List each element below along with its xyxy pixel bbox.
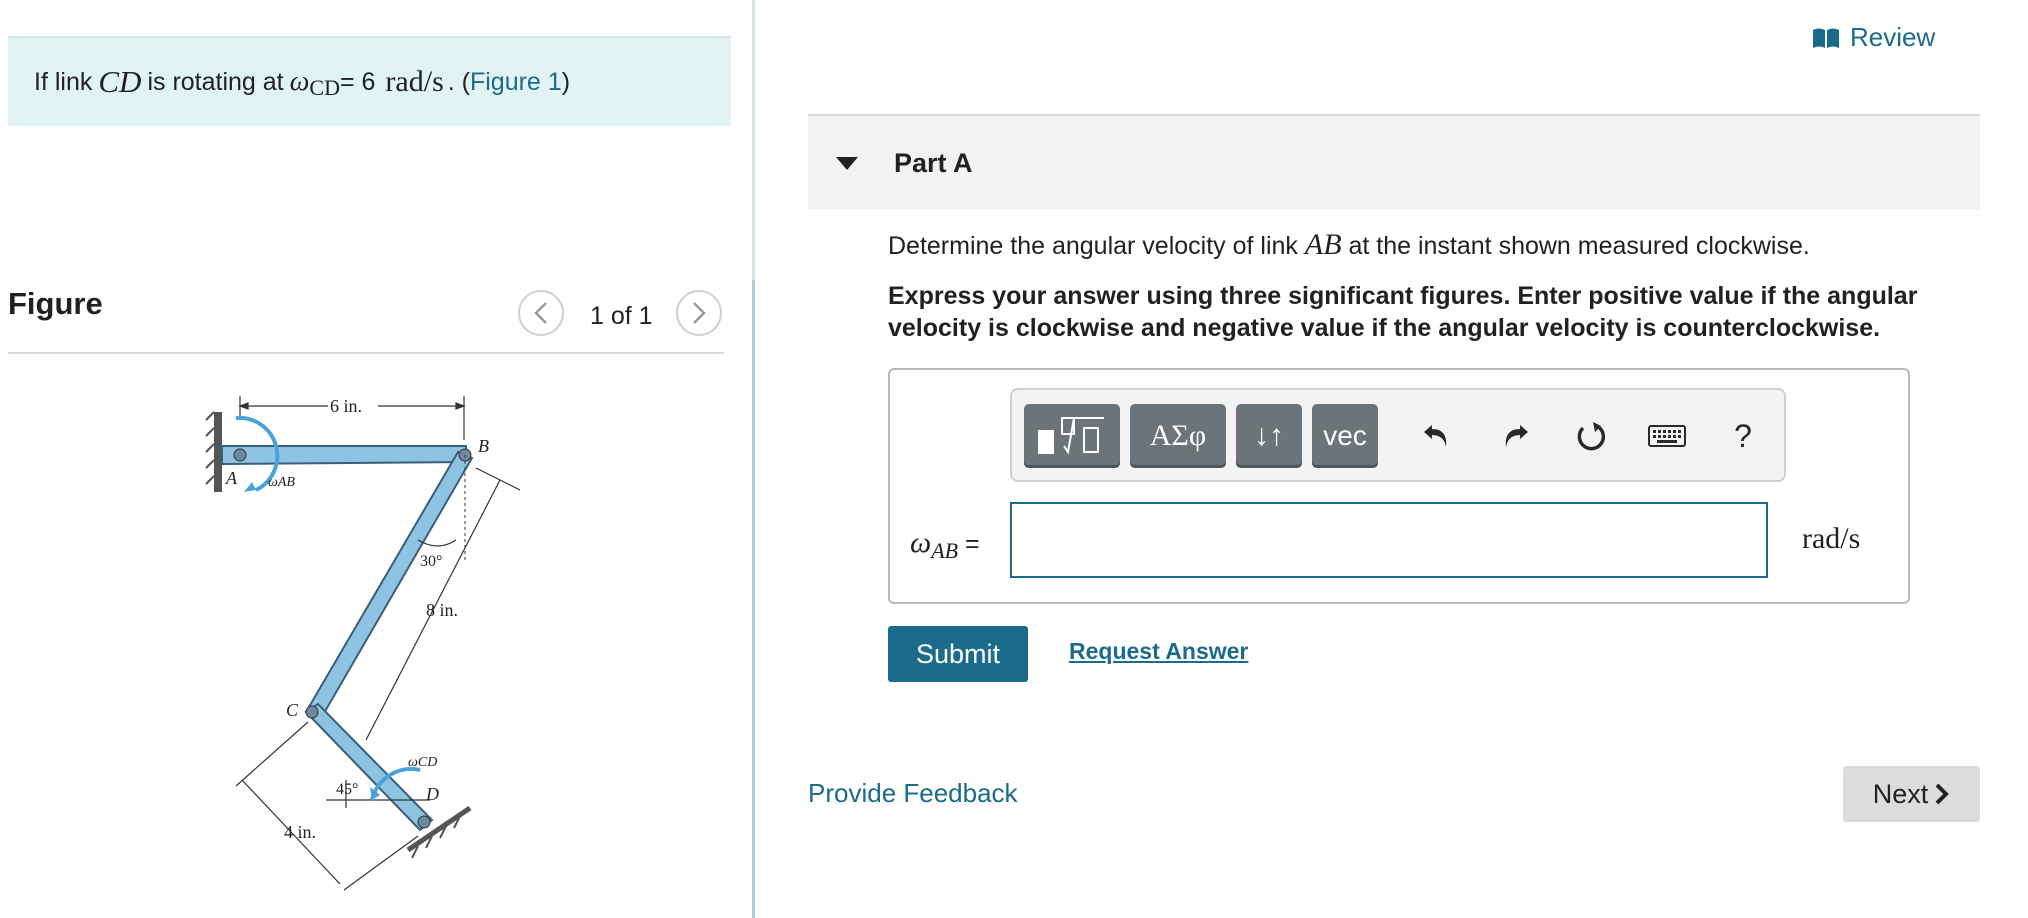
keyboard-button[interactable]	[1640, 404, 1694, 468]
problem-statement: If link CD is rotating at ω CD = 6 rad/s …	[8, 36, 731, 126]
redo-button[interactable]	[1488, 404, 1542, 468]
answer-omega: ω	[910, 526, 932, 559]
chevron-right-icon	[1935, 783, 1950, 805]
omega-ab-arrowhead	[244, 482, 256, 492]
figure-divider	[8, 352, 724, 354]
answer-subscript: AB	[931, 538, 959, 563]
label-8in: 8 in.	[426, 600, 458, 620]
left-panel: If link CD is rotating at ω CD = 6 rad/s …	[0, 0, 760, 918]
templates-button[interactable]	[1024, 404, 1120, 468]
request-answer-link[interactable]: Request Answer	[1069, 638, 1248, 665]
undo-icon	[1424, 425, 1447, 447]
label-b: B	[478, 436, 489, 456]
templates-icon	[1038, 417, 1104, 455]
problem-dot: . (	[447, 67, 470, 96]
problem-unit: rad/s	[385, 65, 444, 98]
submit-button[interactable]: Submit	[888, 626, 1028, 682]
dimension-lines	[235, 467, 521, 891]
label-30: 30°	[420, 553, 442, 570]
answer-unit: rad/s	[1802, 522, 1861, 555]
pin-c	[305, 705, 319, 719]
vector-button[interactable]: vec	[1312, 404, 1378, 468]
next-button[interactable]: Next	[1843, 766, 1980, 822]
answer-input[interactable]	[1010, 502, 1768, 578]
pin-a	[233, 448, 247, 462]
reset-button[interactable]	[1564, 404, 1618, 468]
provide-feedback-link[interactable]: Provide Feedback	[808, 778, 1018, 809]
next-figure-button[interactable]	[676, 290, 722, 336]
figure-pager-count: 1 of 1	[590, 302, 653, 330]
label-omega-cd: ωCD	[408, 755, 437, 770]
chevron-left-icon	[534, 302, 547, 324]
problem-omega: ω	[289, 66, 310, 97]
problem-prefix: If link	[34, 67, 93, 96]
next-label: Next	[1872, 778, 1929, 809]
part-a-header[interactable]: Part A	[808, 116, 1980, 210]
label-4in: 4 in.	[284, 822, 316, 842]
instruction-text: Express your answer using three signific…	[888, 282, 1918, 342]
review-link[interactable]: Review	[1812, 22, 1935, 53]
previous-figure-button[interactable]	[518, 290, 564, 336]
question-text: Determine the angular velocity of link A…	[888, 228, 1810, 262]
answer-label: ωAB =	[910, 526, 980, 563]
question-suffix: at the instant shown measured clockwise.	[1341, 232, 1810, 260]
link-bc	[304, 450, 474, 722]
help-button[interactable]: ?	[1716, 404, 1770, 468]
keyboard-icon	[1648, 425, 1686, 447]
mechanism-figure: 6 in. A ωAB B 30° 8 in. C ωCD D 45° 4 in…	[205, 396, 521, 891]
link-ab	[221, 445, 467, 466]
wall-a-hatch	[205, 411, 215, 485]
figure-link[interactable]: Figure 1	[470, 68, 562, 97]
label-c: C	[286, 700, 299, 720]
reset-icon	[1577, 422, 1606, 451]
part-title: Part A	[894, 147, 973, 178]
problem-omega-subscript: CD	[309, 75, 340, 100]
question-prefix: Determine the angular velocity of link	[888, 232, 1305, 260]
caret-down-icon	[836, 156, 858, 170]
problem-value: = 6	[339, 67, 376, 96]
problem-link-name: CD	[98, 64, 142, 99]
arrows-button[interactable]: ↓↑	[1236, 404, 1302, 468]
label-d: D	[425, 784, 439, 804]
wall-a	[214, 412, 222, 492]
label-omega-ab: ωAB	[268, 475, 295, 490]
answer-equals: =	[958, 530, 980, 558]
problem-close: )	[561, 67, 571, 96]
problem-middle: is rotating at	[147, 67, 284, 96]
panel-scrollbar[interactable]	[752, 280, 755, 918]
chevron-right-icon	[693, 302, 706, 324]
label-6in: 6 in.	[330, 396, 362, 416]
review-label: Review	[1850, 22, 1936, 52]
redo-icon	[1505, 425, 1528, 447]
undo-button[interactable]	[1410, 404, 1464, 468]
pin-d	[417, 815, 431, 829]
math-toolbar: ΑΣφ ↓↑ vec ?	[1010, 388, 1786, 482]
label-45: 45°	[336, 781, 358, 798]
label-a: A	[225, 468, 238, 488]
book-icon	[1813, 28, 1839, 48]
greek-symbols-button[interactable]: ΑΣφ	[1130, 404, 1226, 468]
question-link-name: AB	[1304, 228, 1342, 261]
figure-heading: Figure	[8, 286, 103, 321]
